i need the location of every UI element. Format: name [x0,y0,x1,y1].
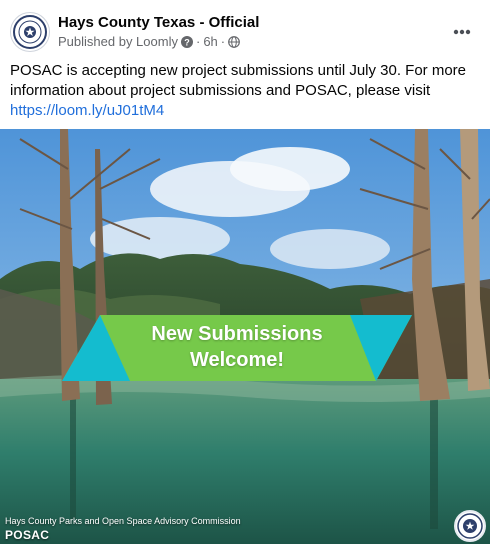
more-options-icon [453,29,471,35]
page-avatar[interactable] [10,12,50,52]
facebook-post: Hays County Texas - Official Published b… [0,0,490,544]
banner-line-1: New Submissions [151,323,323,345]
post-text: POSAC is accepting new project submissio… [10,62,467,99]
county-seal-icon [454,510,486,542]
banner-line-2: Welcome! [189,349,285,371]
image-caption-org: Hays County Parks and Open Space Advisor… [5,516,241,526]
globe-icon [228,35,241,48]
banner-overlay: New Submissions Welcome! [62,314,412,380]
info-icon[interactable]: ? [180,35,193,48]
meta-separator: · [220,34,226,49]
post-timestamp[interactable]: 6h [203,34,217,49]
post-meta: Published by Loomly ? · 6h · [58,34,241,49]
page-name-link[interactable]: Hays County Texas - Official [58,14,259,31]
post-header: Hays County Texas - Official Published b… [10,12,480,54]
post-link[interactable]: https://loom.ly/uJ01tM4 [10,102,164,119]
county-seal-icon [13,15,47,49]
published-by-text: Published by Loomly [58,34,178,49]
svg-text:?: ? [184,37,190,47]
banner-text: New Submissions Welcome! [62,314,412,380]
post-body: POSAC is accepting new project submissio… [10,61,480,121]
meta-separator: · [195,34,201,49]
image-caption-acronym: POSAC [5,528,50,542]
more-options-button[interactable] [448,18,476,46]
